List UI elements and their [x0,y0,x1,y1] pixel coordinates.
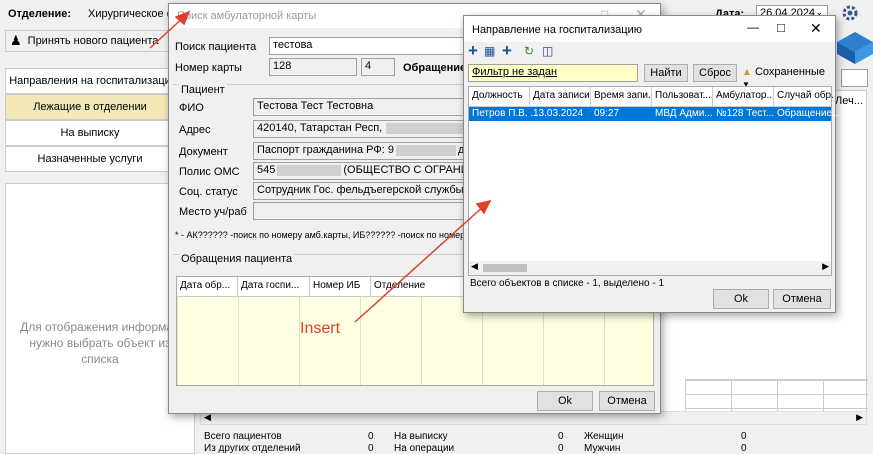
arrow-to-grid [354,204,486,323]
annotation-arrows [149,10,492,323]
annotation-insert: Insert [300,320,341,337]
